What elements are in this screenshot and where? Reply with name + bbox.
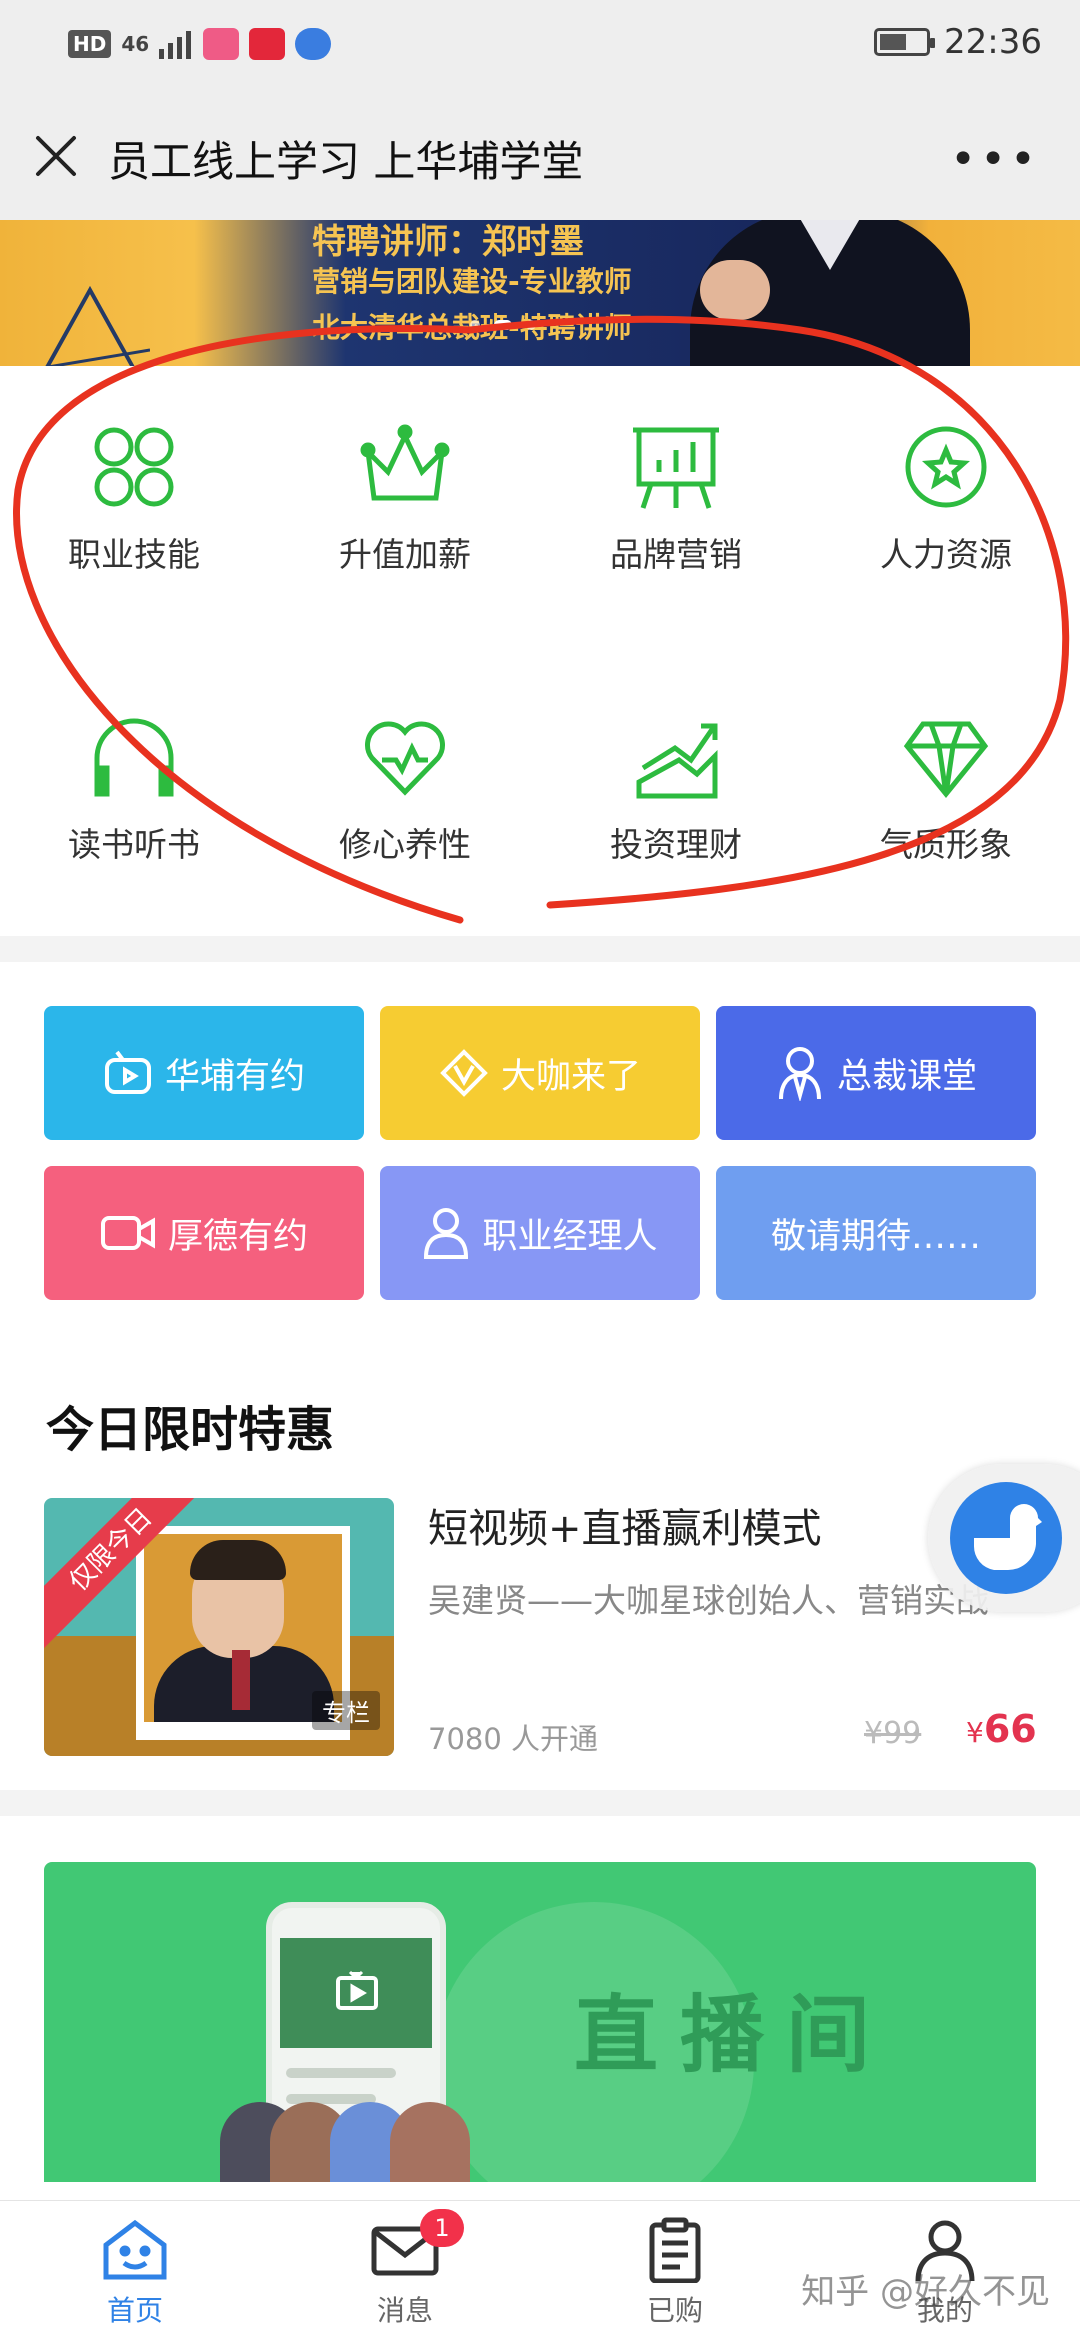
category-item[interactable]: 气质形象 [846,712,1046,866]
lecturer-hand [700,260,770,320]
page-title: 员工线上学习 上华埔学堂 [108,137,584,186]
category-item[interactable]: 读书听书 [34,712,234,866]
tab-messages[interactable]: 1 消息 [270,2201,540,2340]
app-notification-icon [295,28,332,60]
banner-line: 营销与团队建设-专业教师 [312,265,632,298]
category-label: 升值加薪 [339,535,471,574]
tab-home[interactable]: 首页 [0,2201,270,2340]
live-room-text: 直播间 [574,1986,893,2084]
promo-banner[interactable]: 特聘讲师：郑时墨 营销与团队建设-专业教师 北大清华总裁班-特聘讲师 [0,220,1080,366]
tv-icon [336,1970,378,2010]
user-icon [424,1208,469,1259]
category-label: 人力资源 [880,535,1012,574]
category-item[interactable]: 人力资源 [846,422,1046,576]
section-button-coming-soon[interactable]: 敬请期待…… [716,1166,1036,1300]
status-right: 22:36 [874,22,1042,62]
section-label: 职业经理人 [482,1216,658,1257]
title-bar: 员工线上学习 上华埔学堂 ••• [0,92,1080,220]
category-label: 投资理财 [610,825,742,864]
banner-decoration [44,285,150,366]
live-room-banner[interactable]: 直播间 [44,1862,1036,2182]
category-item[interactable]: 升值加薪 [305,422,505,576]
home-icon [103,2219,167,2280]
crown-icon [360,424,450,501]
deal-price: ¥66 [966,1707,1037,1751]
unread-badge: 1 [420,2209,464,2247]
v-badge-icon [440,1049,488,1097]
headphones-icon [94,718,174,797]
category-item[interactable]: 修心养性 [305,712,505,866]
category-label: 读书听书 [68,825,200,864]
section-button-manager[interactable]: 职业经理人 [380,1166,700,1300]
currency-symbol: ¥ [966,1716,984,1749]
app-notification-icon [203,28,240,60]
duck-icon [973,1504,1042,1571]
deal-description: 吴建贤——大咖星球创始人、营销实战 [428,1581,989,1620]
category-label: 修心养性 [339,825,471,864]
section-label: 敬请期待…… [770,1216,981,1257]
category-label: 气质形象 [880,825,1012,864]
tv-play-icon [104,1050,151,1094]
category-label: 品牌营销 [610,535,742,574]
watermark: 知乎 @好久不见 [801,2272,1050,2312]
section-button-president[interactable]: 总裁课堂 [716,1006,1036,1140]
tab-label: 首页 [106,2294,163,2327]
section-label: 总裁课堂 [836,1056,977,1097]
section-label: 大咖来了 [500,1056,641,1097]
heart-pulse-icon [365,721,445,796]
category-item[interactable]: 品牌营销 [576,422,776,576]
tab-label: 已购 [646,2294,703,2327]
tab-label: 消息 [376,2294,433,2327]
section-label: 厚德有约 [167,1216,308,1257]
category-item[interactable]: 投资理财 [576,712,776,866]
clover-icon [94,427,174,507]
audience-illustration [220,2082,500,2182]
section-divider [0,1790,1080,1816]
deal-original-price: ¥99 [864,1716,922,1751]
status-left: HD 46 [68,28,332,60]
status-bar: HD 46 22:36 [0,0,1080,92]
diamond-icon [903,721,989,798]
section-button-daka[interactable]: 大咖来了 [380,1006,700,1140]
section-button-huapu[interactable]: 华埔有约 [44,1006,364,1140]
more-menu-button[interactable]: ••• [950,134,1040,185]
person-icon [778,1047,821,1101]
deal-title[interactable]: 短视频+直播赢利模式 [428,1496,822,1554]
video-camera-icon [100,1216,155,1250]
clipboard-icon [649,2217,701,2283]
section-divider [0,936,1080,962]
trend-chart-icon [636,723,718,799]
carousel-dots [470,320,536,330]
category-label: 职业技能 [68,535,200,574]
deal-subscribers: 7080 人开通 [428,1722,599,1756]
star-circle-icon [905,426,987,508]
signal-icon: 46 [121,32,150,56]
battery-icon [874,28,936,56]
price-value: 66 [983,1707,1037,1751]
column-tag: 专栏 [312,1691,380,1730]
floating-duck-button[interactable] [928,1464,1080,1612]
deals-heading: 今日限时特惠 [46,1402,335,1458]
banner-line: 特聘讲师：郑时墨 [312,222,584,262]
section-button-houde[interactable]: 厚德有约 [44,1166,364,1300]
clock: 22:36 [944,22,1042,62]
hd-indicator: HD [68,30,112,58]
deal-thumbnail[interactable]: 仅限今日 专栏 [44,1498,394,1756]
billboard-chart-icon [633,427,719,509]
signal-bars-icon [159,31,192,59]
close-icon[interactable] [30,130,82,182]
category-grid: 职业技能 升值加薪 品牌营销 人力资源 读书听书 修心养性 投资理财 气质形象 [0,366,1080,936]
category-item[interactable]: 职业技能 [34,422,234,576]
tab-purchased[interactable]: 已购 [540,2201,810,2340]
section-label: 华埔有约 [164,1056,305,1097]
app-notification-icon [249,28,286,60]
